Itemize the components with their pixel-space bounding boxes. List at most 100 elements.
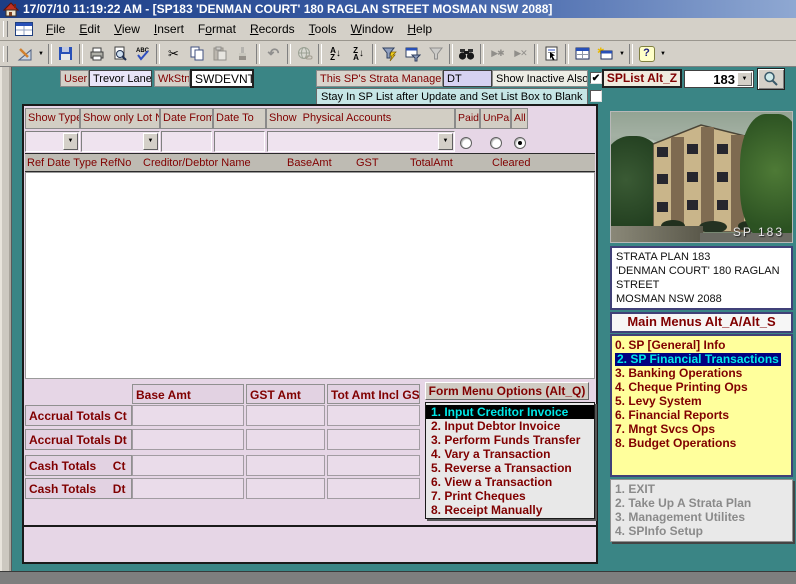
main-menu-item-sp-general-info[interactable]: 0. SP [General] Info (612, 339, 791, 353)
accrual-ct-total-field (327, 405, 420, 426)
transactions-list[interactable] (25, 172, 595, 379)
menu-item-records[interactable]: Records (243, 19, 302, 40)
menu-item-view[interactable]: View (107, 19, 147, 40)
user-input[interactable] (89, 70, 152, 87)
print-icon[interactable] (85, 43, 108, 65)
system-menu-item-spinfo-setup[interactable]: 4. SPInfo Setup (611, 525, 792, 539)
new-record-icon[interactable]: ▶✱ (486, 43, 509, 65)
show-only-lot-no-combo[interactable]: ▼ (81, 131, 160, 152)
filter-by-selection-icon[interactable] (378, 43, 401, 65)
photo-caption: SP 183 (733, 225, 784, 239)
system-menu-item-exit[interactable]: 1. EXIT (611, 483, 792, 497)
spelling-icon[interactable]: ABC (131, 43, 154, 65)
copy-icon[interactable] (185, 43, 208, 65)
main-menu-item-banking-operations[interactable]: 3. Banking Operations (612, 367, 791, 381)
form-menu-item-input-creditor-invoice[interactable]: 1. Input Creditor Invoice (426, 405, 594, 419)
accrual-totals-dt-label: Accrual Totals Dt (25, 429, 132, 450)
filter-by-form-icon[interactable] (401, 43, 424, 65)
tree-right (740, 114, 793, 240)
window-edge-strip[interactable] (0, 67, 12, 571)
accrual-totals-ct-label: Accrual Totals Ct (25, 405, 132, 426)
strata-manager-label: This SP's Strata Manager (316, 70, 443, 87)
apply-filter-icon[interactable] (424, 43, 447, 65)
menu-item-insert[interactable]: Insert (147, 19, 191, 40)
menu-item-window[interactable]: Window (344, 19, 401, 40)
paid-radio[interactable] (460, 137, 472, 149)
main-menu-item-budget-operations[interactable]: 8. Budget Operations (612, 437, 791, 451)
undo-icon[interactable]: ↶ (262, 43, 285, 65)
cut-icon[interactable]: ✂ (162, 43, 185, 65)
wkstn-input[interactable] (190, 69, 254, 88)
form-menu-item-print-cheques[interactable]: 7. Print Cheques (426, 489, 594, 503)
accrual-dt-base-field (132, 429, 244, 450)
main-menu-item-mngt-svcs-ops[interactable]: 7. Mngt Svcs Ops (612, 423, 791, 437)
strata-manager-input[interactable] (443, 70, 492, 87)
main-menu-item-sp-financial-transactions[interactable]: 2. SP Financial Transactions (612, 353, 791, 367)
find-icon[interactable] (455, 43, 478, 65)
form-menu-item-vary-a-transaction[interactable]: 4. Vary a Transaction (426, 447, 594, 461)
all-radio[interactable] (514, 137, 526, 149)
database-window-icon[interactable] (571, 43, 594, 65)
show-physical-accounts-combo[interactable]: ▼ (267, 131, 455, 152)
sort-descending-icon[interactable]: ZA↓ (347, 43, 370, 65)
all-label: All (511, 108, 528, 129)
cash-dt-total-field (327, 478, 420, 499)
show-inactive-checkbox[interactable]: ✔ (590, 72, 602, 84)
menu-item-file[interactable]: File (39, 19, 72, 40)
date-to-input[interactable] (214, 131, 265, 152)
format-painter-icon[interactable] (231, 43, 254, 65)
help-icon[interactable]: ? (635, 43, 658, 65)
main-menu-item-financial-reports[interactable]: 6. Financial Reports (612, 409, 791, 423)
form-menu-item-input-debtor-invoice[interactable]: 2. Input Debtor Invoice (426, 419, 594, 433)
building-photo: SP 183 (610, 111, 793, 243)
show-only-lot-no-label: Show only Lot No (80, 108, 160, 129)
view-design-icon[interactable] (13, 43, 36, 65)
delete-record-icon[interactable]: ▶✕ (509, 43, 532, 65)
help-dropdown-icon[interactable]: ▼ (658, 43, 668, 65)
print-preview-icon[interactable] (108, 43, 131, 65)
toolbar-gripper[interactable] (3, 46, 8, 62)
date-from-input[interactable] (161, 131, 212, 152)
app-icon-house[interactable] (3, 2, 19, 17)
system-menu-item-take-up-a-strata-plan[interactable]: 2. Take Up A Strata Plan (611, 497, 792, 511)
properties-icon[interactable] (540, 43, 563, 65)
form-view-icon (15, 22, 33, 36)
main-menu-item-cheque-printing-ops[interactable]: 4. Cheque Printing Ops (612, 381, 791, 395)
menubar-gripper[interactable] (3, 21, 8, 37)
insert-hyperlink-icon[interactable] (293, 43, 316, 65)
stay-in-sp-checkbox[interactable] (590, 90, 602, 102)
menu-item-format[interactable]: Format (191, 19, 243, 40)
sp-info-box: STRATA PLAN 183 'DENMAN COURT' 180 RAGLA… (610, 246, 793, 310)
save-icon[interactable] (54, 43, 77, 65)
date-to-label: Date To (213, 108, 266, 129)
paid-label: Paid (455, 108, 480, 129)
paste-icon[interactable] (208, 43, 231, 65)
sp-info-line: MOSMAN NSW 2088 (616, 292, 791, 306)
splist-button[interactable]: SPList Alt_Z (602, 69, 682, 88)
sp-number-value: 183 (713, 72, 735, 87)
show-types-combo[interactable]: ▼ (25, 131, 80, 152)
menu-item-edit[interactable]: Edit (72, 19, 107, 40)
sort-ascending-icon[interactable]: AZ↓ (324, 43, 347, 65)
sp-number-dropdown-icon[interactable]: ▼ (737, 72, 752, 86)
sp-search-button[interactable] (757, 68, 785, 90)
totals-gst-amt-header: GST Amt (246, 384, 325, 404)
cash-totals-dt-label: Cash Totals Dt (25, 478, 132, 499)
system-menu-item-management-utilites[interactable]: 3. Management Utilites (611, 511, 792, 525)
form-menu-item-view-a-transaction[interactable]: 6. View a Transaction (426, 475, 594, 489)
view-dropdown-icon[interactable]: ▼ (36, 43, 46, 65)
form-menu-item-receipt-manually[interactable]: 8. Receipt Manually (426, 503, 594, 517)
form-menu-item-perform-funds-transfer[interactable]: 3. Perform Funds Transfer (426, 433, 594, 447)
accrual-ct-gst-field (246, 405, 325, 426)
sp-number-combo[interactable]: 183 ▼ (684, 70, 754, 88)
main-menu-item-levy-system[interactable]: 5. Levy System (612, 395, 791, 409)
show-physical-accounts-dropdown-icon[interactable]: ▼ (438, 133, 453, 150)
form-menu-item-reverse-a-transaction[interactable]: 5. Reverse a Transaction (426, 461, 594, 475)
new-object-dropdown-icon[interactable]: ▼ (617, 43, 627, 65)
show-types-dropdown-icon[interactable]: ▼ (63, 133, 78, 150)
show-only-lot-no-dropdown-icon[interactable]: ▼ (143, 133, 158, 150)
new-object-icon[interactable]: ✱ (594, 43, 617, 65)
menu-item-tools[interactable]: Tools (302, 19, 344, 40)
unpaid-radio[interactable] (490, 137, 502, 149)
menu-item-help[interactable]: Help (400, 19, 439, 40)
